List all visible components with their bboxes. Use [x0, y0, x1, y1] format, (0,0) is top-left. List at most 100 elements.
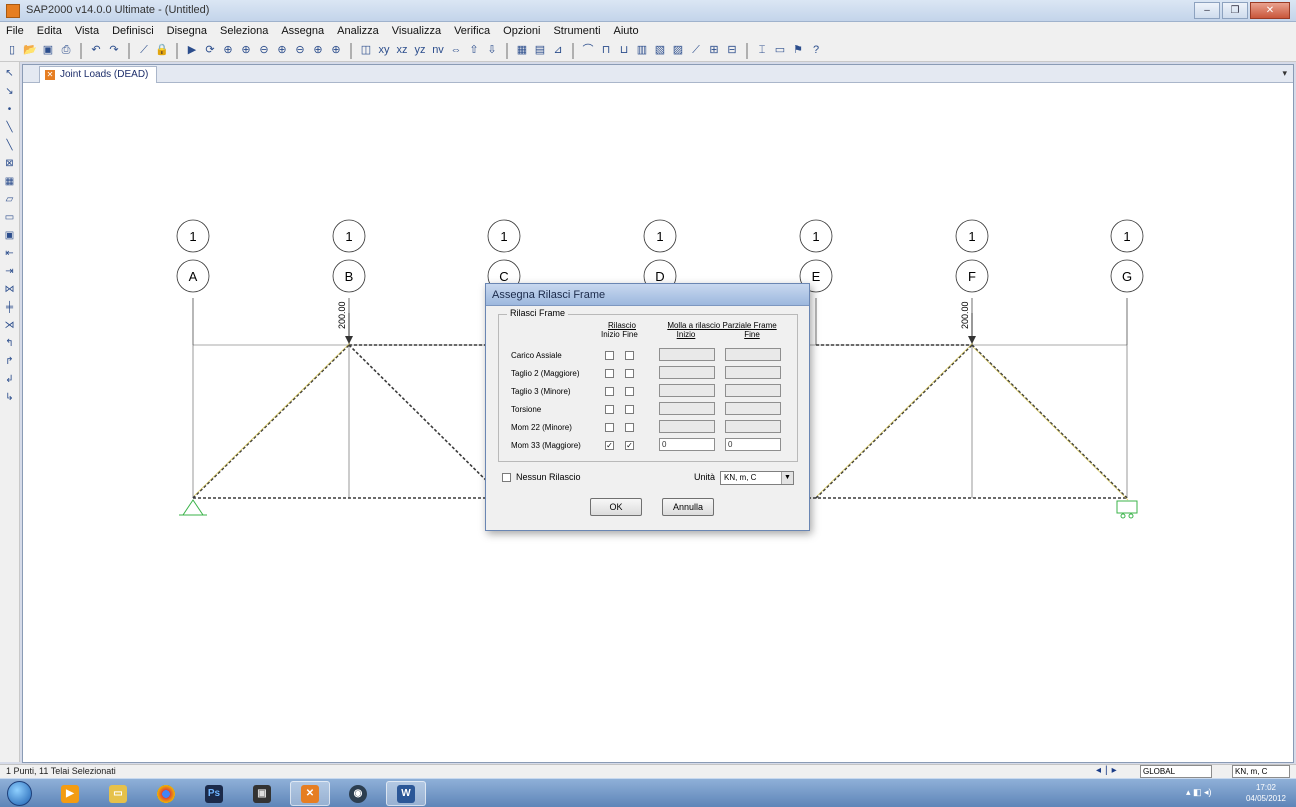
axial-end-checkbox[interactable] [625, 351, 634, 360]
display-options-icon[interactable]: ▤ [532, 43, 548, 59]
perspective-icon[interactable]: ⇔ [448, 43, 464, 59]
menu-seleziona[interactable]: Seleziona [220, 25, 268, 37]
move-down-icon[interactable]: ⇩ [484, 43, 500, 59]
menu-disegna[interactable]: Disegna [167, 25, 207, 37]
zoom-previous-icon[interactable]: ⊖ [292, 43, 308, 59]
moment33-end-spring-input[interactable]: 0 [725, 438, 781, 451]
taskbar-app-dark[interactable]: ▣ [242, 781, 282, 806]
taskbar-sap2000[interactable]: ✕ [290, 781, 330, 806]
reshape-icon[interactable]: ↘ [2, 84, 18, 99]
run-analysis-icon[interactable]: ▶ [184, 43, 200, 59]
pointer-icon[interactable]: ↖ [2, 66, 18, 81]
assign-frame-icon[interactable]: ⌶ [754, 43, 770, 59]
snap-perpendicular-icon[interactable]: ↳ [2, 390, 18, 405]
show-tables-icon[interactable]: ▥ [634, 43, 650, 59]
tray-icons[interactable]: ▴ ◧ ◂) [1186, 787, 1212, 798]
view-navigation-arrows-icon[interactable]: ◂|▸ [1096, 765, 1121, 776]
view-nv-icon[interactable]: nv [430, 43, 446, 59]
refresh-icon[interactable]: ⟋ [136, 43, 152, 59]
status-units-select[interactable]: KN, m, C [1232, 765, 1290, 778]
shear3-start-spring-input[interactable] [659, 384, 715, 397]
print-icon[interactable]: ⎙ [58, 43, 74, 59]
close-button[interactable]: ✕ [1250, 2, 1290, 19]
shear2-end-checkbox[interactable] [625, 369, 634, 378]
no-release-checkbox[interactable] [502, 473, 511, 482]
menu-aiuto[interactable]: Aiuto [614, 25, 639, 37]
show-deformed-icon[interactable]: ⌒ [580, 43, 596, 59]
draw-joint-icon[interactable]: • [2, 102, 18, 117]
draw-line-icon[interactable]: ╲ [2, 120, 18, 135]
menu-definisci[interactable]: Definisci [112, 25, 154, 37]
draw-link-icon[interactable]: ⇤ [2, 246, 18, 261]
moment22-start-checkbox[interactable] [605, 423, 614, 432]
moment22-start-spring-input[interactable] [659, 420, 715, 433]
shear2-start-spring-input[interactable] [659, 366, 715, 379]
tab-menu-icon[interactable]: ▾ [1282, 68, 1287, 79]
lock-icon[interactable]: 🔒 [154, 43, 170, 59]
moment33-end-checkbox[interactable]: ✓ [625, 441, 634, 450]
show-forces-icon[interactable]: ⊓ [598, 43, 614, 59]
zoom-window-icon[interactable]: ⊕ [220, 43, 236, 59]
draw-solid-icon[interactable]: ⇥ [2, 264, 18, 279]
menu-analizza[interactable]: Analizza [337, 25, 379, 37]
help-icon[interactable]: ? [808, 43, 824, 59]
maximize-button[interactable]: ❐ [1222, 2, 1248, 19]
zoom-restore-icon[interactable]: ⊕ [274, 43, 290, 59]
shear3-end-spring-input[interactable] [725, 384, 781, 397]
menu-opzioni[interactable]: Opzioni [503, 25, 540, 37]
draw-area-icon[interactable]: ▱ [2, 192, 18, 207]
menu-visualizza[interactable]: Visualizza [392, 25, 441, 37]
clear-selection-icon[interactable]: ⋊ [2, 318, 18, 333]
taskbar-word[interactable]: W [386, 781, 426, 806]
view-xy-icon[interactable]: xy [376, 43, 392, 59]
axial-end-spring-input[interactable] [725, 348, 781, 361]
torsion-end-checkbox[interactable] [625, 405, 634, 414]
view-3d-icon[interactable]: ◫ [358, 43, 374, 59]
chevron-down-icon[interactable]: ▼ [781, 472, 793, 484]
assign-joint-icon[interactable]: ▭ [772, 43, 788, 59]
save-icon[interactable]: ▣ [40, 43, 56, 59]
shear3-end-checkbox[interactable] [625, 387, 634, 396]
start-button[interactable] [7, 781, 32, 806]
menu-assegna[interactable]: Assegna [281, 25, 324, 37]
clock[interactable]: 17:02 04/05/2012 [1246, 782, 1286, 804]
object-shrink-icon[interactable]: ▦ [514, 43, 530, 59]
undeformed-shape-icon[interactable]: ⊿ [550, 43, 566, 59]
axial-start-checkbox[interactable] [605, 351, 614, 360]
ok-button[interactable]: OK [590, 498, 642, 516]
close-tab-icon[interactable]: ✕ [45, 70, 55, 80]
zoom-in-icon[interactable]: ⊕ [238, 43, 254, 59]
menu-vista[interactable]: Vista [75, 25, 99, 37]
draw-frame-icon[interactable]: ⟋ [688, 43, 704, 59]
pan-icon[interactable]: ⊕ [328, 43, 344, 59]
assign-load-icon[interactable]: ⚑ [790, 43, 806, 59]
taskbar-app-globe[interactable]: ◉ [338, 781, 378, 806]
view-yz-icon[interactable]: yz [412, 43, 428, 59]
zoom-full-icon[interactable]: ⊕ [310, 43, 326, 59]
snap-joints-icon[interactable]: ↰ [2, 336, 18, 351]
undo-icon[interactable]: ↶ [88, 43, 104, 59]
units-select[interactable]: KN, m, C ▼ [720, 471, 794, 485]
draw-section-cut-icon[interactable]: ⊞ [706, 43, 722, 59]
menu-file[interactable]: File [6, 25, 24, 37]
taskbar-photoshop[interactable]: Ps [194, 781, 234, 806]
torsion-start-checkbox[interactable] [605, 405, 614, 414]
shear2-start-checkbox[interactable] [605, 369, 614, 378]
cancel-button[interactable]: Annulla [662, 498, 714, 516]
get-previous-selection-icon[interactable]: ╪ [2, 300, 18, 315]
moment22-end-checkbox[interactable] [625, 423, 634, 432]
moment33-start-spring-input[interactable]: 0 [659, 438, 715, 451]
show-stresses-icon[interactable]: ⊔ [616, 43, 632, 59]
quick-draw-brace-icon[interactable]: ⊠ [2, 156, 18, 171]
redo-icon[interactable]: ↷ [106, 43, 122, 59]
moment33-start-checkbox[interactable]: ✓ [605, 441, 614, 450]
taskbar-chrome[interactable] [146, 781, 186, 806]
quick-draw-grid-icon[interactable]: ▦ [2, 174, 18, 189]
view-xz-icon[interactable]: xz [394, 43, 410, 59]
draw-frame-left-icon[interactable]: ╲ [2, 138, 18, 153]
torsion-start-spring-input[interactable] [659, 402, 715, 415]
move-up-icon[interactable]: ⇧ [466, 43, 482, 59]
menu-edita[interactable]: Edita [37, 25, 62, 37]
shear3-start-checkbox[interactable] [605, 387, 614, 396]
menu-verifica[interactable]: Verifica [454, 25, 490, 37]
